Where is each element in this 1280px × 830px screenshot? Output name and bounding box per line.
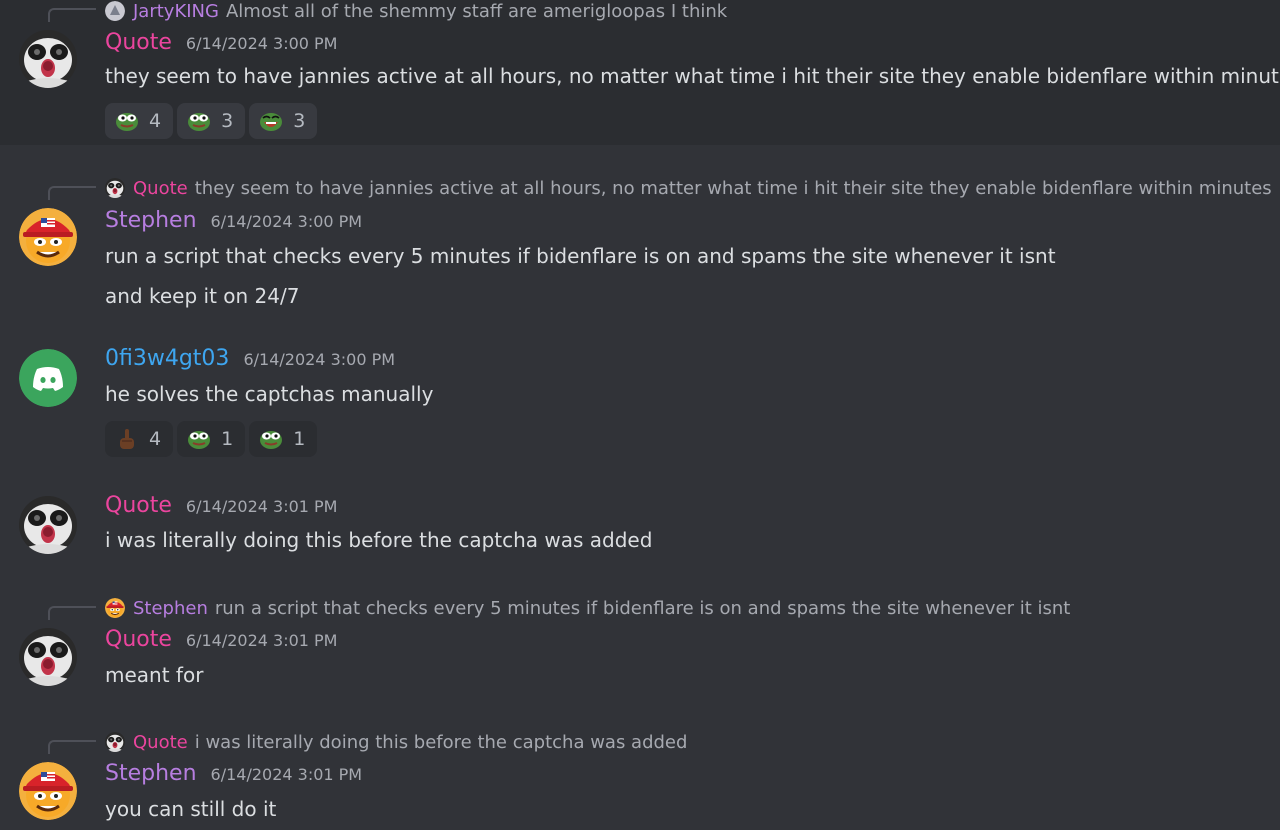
reaction-chip[interactable]: 1 xyxy=(177,421,246,457)
reaction-chip[interactable]: 4 xyxy=(105,103,174,139)
message[interactable]: Quote i was literally doing this before … xyxy=(0,725,1280,830)
reaction-count: 3 xyxy=(293,110,306,132)
message[interactable]: JartyKING Almost all of the shemmy staff… xyxy=(0,0,1280,145)
reaction-count: 4 xyxy=(149,428,162,450)
avatar[interactable] xyxy=(19,628,77,686)
message[interactable]: Stephen run a script that checks every 5… xyxy=(0,590,1280,700)
reaction-count: 3 xyxy=(221,110,234,132)
reply-text: Almost all of the shemmy staff are ameri… xyxy=(225,0,728,22)
username[interactable]: Stephen xyxy=(105,761,197,786)
avatar[interactable] xyxy=(19,208,77,266)
pepe-icon xyxy=(187,428,211,450)
message-header: Stephen 6/14/2024 3:01 PM xyxy=(105,761,362,791)
reply-spine xyxy=(48,8,96,22)
reaction-count: 1 xyxy=(293,428,306,450)
message-text: you can still do it xyxy=(105,797,277,821)
message-header: Stephen 6/14/2024 3:00 PM xyxy=(105,208,362,238)
reply-spine xyxy=(48,186,96,200)
reply-author[interactable]: Stephen xyxy=(133,598,208,619)
username[interactable]: Quote xyxy=(105,493,172,518)
quote-mini-avatar-icon xyxy=(105,178,125,198)
reply-author[interactable]: Quote xyxy=(133,732,188,753)
username[interactable]: 0fi3w4gt03 xyxy=(105,346,229,371)
reply-preview[interactable]: Stephen run a script that checks every 5… xyxy=(105,596,1070,620)
timestamp: 6/14/2024 3:01 PM xyxy=(185,631,338,650)
username[interactable]: Quote xyxy=(105,30,172,55)
message-text: he solves the captchas manually xyxy=(105,382,434,406)
message-header: 0fi3w4gt03 6/14/2024 3:00 PM xyxy=(105,346,395,376)
message-text: run a script that checks every 5 minutes… xyxy=(105,244,1056,268)
reaction-count: 4 xyxy=(149,110,162,132)
reply-text: they seem to have jannies active at all … xyxy=(194,177,1272,199)
reply-preview[interactable]: JartyKING Almost all of the shemmy staff… xyxy=(105,0,727,23)
message[interactable]: Quote they seem to have jannies active a… xyxy=(0,170,1280,320)
reaction-chip[interactable]: 3 xyxy=(177,103,246,139)
reply-text: run a script that checks every 5 minutes… xyxy=(214,597,1071,619)
message-header: Quote 6/14/2024 3:01 PM xyxy=(105,493,337,523)
message[interactable]: Quote 6/14/2024 3:01 PM i was literally … xyxy=(0,490,1280,570)
timestamp: 6/14/2024 3:00 PM xyxy=(243,350,396,369)
timestamp: 6/14/2024 3:01 PM xyxy=(185,497,338,516)
pepe-icon xyxy=(259,428,283,450)
avatar[interactable] xyxy=(19,30,77,88)
reaction-count: 1 xyxy=(221,428,234,450)
username[interactable]: Stephen xyxy=(105,208,197,233)
avatar[interactable] xyxy=(19,349,77,407)
reaction-chip[interactable]: 3 xyxy=(249,103,318,139)
jarty-mini-avatar-icon xyxy=(105,1,125,21)
reply-spine xyxy=(48,740,96,754)
message[interactable]: 0fi3w4gt03 6/14/2024 3:00 PM he solves t… xyxy=(0,345,1280,465)
pepe-icon xyxy=(187,110,211,132)
reaction-chip[interactable]: 4 xyxy=(105,421,174,457)
message-text: meant for xyxy=(105,663,204,687)
timestamp: 6/14/2024 3:00 PM xyxy=(185,34,338,53)
stephen-mini-avatar-icon xyxy=(105,598,125,618)
avatar[interactable] xyxy=(19,762,77,820)
message-header: Quote 6/14/2024 3:01 PM xyxy=(105,627,337,657)
username[interactable]: Quote xyxy=(105,627,172,652)
message-header: Quote 6/14/2024 3:00 PM xyxy=(105,30,337,60)
reaction-chip[interactable]: 1 xyxy=(249,421,318,457)
reactions: 4 1 1 xyxy=(105,421,318,457)
pepe-icon xyxy=(115,110,139,132)
reply-preview[interactable]: Quote they seem to have jannies active a… xyxy=(105,176,1272,200)
message-text: and keep it on 24/7 xyxy=(105,284,300,308)
reactions: 4 3 3 xyxy=(105,103,318,139)
message-list: JartyKING Almost all of the shemmy staff… xyxy=(0,0,1280,830)
message-text: they seem to have jannies active at all … xyxy=(105,64,1280,88)
reply-author[interactable]: JartyKING xyxy=(133,1,219,22)
quote-mini-avatar-icon xyxy=(105,732,125,752)
reply-text: i was literally doing this before the ca… xyxy=(194,731,688,753)
reply-spine xyxy=(48,606,96,620)
reply-author[interactable]: Quote xyxy=(133,178,188,199)
timestamp: 6/14/2024 3:01 PM xyxy=(210,765,363,784)
reply-preview[interactable]: Quote i was literally doing this before … xyxy=(105,730,687,754)
avatar[interactable] xyxy=(19,496,77,554)
message-text: i was literally doing this before the ca… xyxy=(105,528,653,552)
timestamp: 6/14/2024 3:00 PM xyxy=(210,212,363,231)
pointing-finger-icon xyxy=(115,428,139,450)
pepe-laugh-icon xyxy=(259,110,283,132)
